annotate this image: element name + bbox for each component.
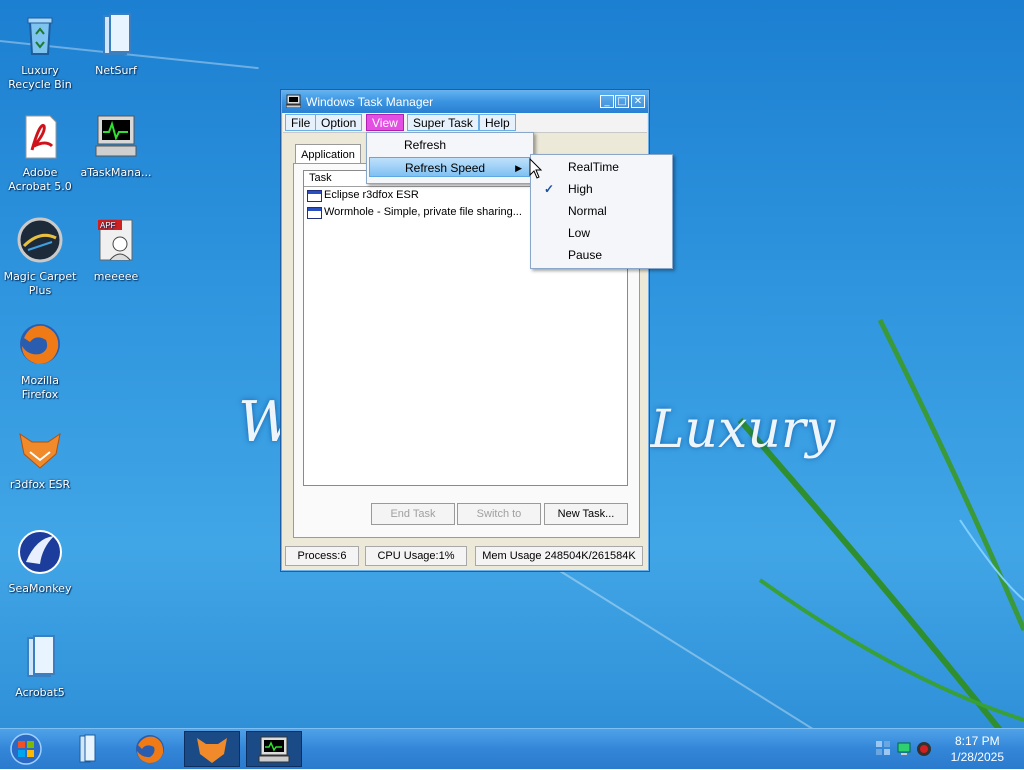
end-task-button[interactable]: End Task (371, 503, 455, 525)
status-mem: Mem Usage 248504K/261584K (475, 546, 643, 566)
desktop-icon-netsurf[interactable]: NetSurf (76, 10, 156, 78)
menu-item-label: Refresh Speed (405, 161, 486, 175)
submenu-arrow-icon: ▶ (515, 163, 522, 173)
desktop-icon-adobe-acrobat[interactable]: Adobe Acrobat 5.0 (0, 112, 80, 194)
desktop-icon-meeeee[interactable]: APF meeeee (76, 216, 156, 284)
menu-item-label: High (568, 182, 593, 196)
recycle-bin-icon (27, 17, 53, 55)
firefox-icon (20, 324, 60, 364)
icon-label: Luxury (21, 64, 59, 77)
seamonkey-icon (18, 530, 62, 574)
menu-item-realtime[interactable]: RealTime (533, 157, 670, 177)
clock-time: 8:17 PM (954, 734, 1000, 748)
title-bar[interactable]: Windows Task Manager _ □ ✕ (282, 91, 648, 113)
icon-label: Firefox (21, 388, 59, 401)
svg-text:APF: APF (100, 221, 116, 230)
switch-to-button[interactable]: Switch to (457, 503, 541, 525)
menu-item-refresh[interactable]: Refresh (369, 135, 531, 155)
firefox-icon (136, 735, 164, 763)
status-process: Process:6 (285, 546, 359, 566)
icon-label: r3dfox ESR (9, 478, 71, 491)
menu-bar: File Option View Super Task Help (283, 113, 647, 133)
icon-label: aTaskMana... (80, 166, 152, 179)
taskbar-task-manager-button[interactable] (246, 731, 302, 767)
menu-super-task[interactable]: Super Task (407, 114, 479, 131)
icon-label: meeeee (93, 270, 139, 283)
icon-label: Mozilla (21, 374, 59, 387)
folder-icon (103, 13, 131, 55)
close-icon: ✕ (633, 96, 643, 107)
magic-carpet-icon (17, 217, 63, 263)
system-tray: 8:17 PM 1/28/2025 (874, 729, 1024, 769)
desktop-icon-ataskmanager[interactable]: aTaskMana... (76, 112, 156, 180)
clock[interactable]: 8:17 PM 1/28/2025 (951, 733, 1004, 765)
desktop-icon-magic-carpet[interactable]: Magic Carpet Plus (0, 216, 80, 298)
desktop-icon-seamonkey[interactable]: SeaMonkey (0, 528, 80, 596)
clock-date: 1/28/2025 (950, 750, 1004, 764)
mouse-cursor-icon (529, 158, 543, 179)
taskbar-firefox-button[interactable] (122, 731, 178, 767)
icon-label: Magic Carpet (3, 270, 77, 283)
menu-help[interactable]: Help (479, 114, 516, 131)
wallpaper-text-right: Luxury (650, 400, 836, 460)
acrobat-icon (25, 115, 57, 159)
icon-label: Plus (28, 284, 52, 297)
menu-item-high[interactable]: ✓ High (533, 179, 670, 199)
taskbar-explorer-button[interactable] (60, 731, 116, 767)
task-name: Wormhole - Simple, private file sharing.… (324, 206, 522, 218)
tab-application[interactable]: Application (295, 144, 361, 165)
task-name: Eclipse r3dfox ESR (324, 189, 419, 201)
desktop-icon-acrobat5[interactable]: Acrobat5 (0, 632, 80, 700)
taskbar-r3dfox-button[interactable] (184, 731, 240, 767)
close-button[interactable]: ✕ (631, 95, 645, 108)
maximize-icon: □ (617, 96, 627, 107)
volume-icon[interactable] (916, 741, 932, 757)
menu-item-refresh-speed[interactable]: Refresh Speed ▶ (369, 157, 531, 177)
menu-item-pause[interactable]: Pause (533, 245, 670, 265)
minimize-button[interactable]: _ (600, 95, 614, 108)
task-manager-icon (95, 115, 137, 157)
desktop-icon-recycle-bin[interactable]: Luxury Recycle Bin (0, 10, 80, 92)
icon-label: SeaMonkey (8, 582, 72, 595)
r3dfox-icon (197, 738, 227, 763)
window-title: Windows Task Manager (306, 95, 434, 109)
desktop-icon-r3dfox[interactable]: r3dfox ESR (0, 424, 80, 492)
menu-item-normal[interactable]: Normal (533, 201, 670, 221)
folder-icon (27, 635, 55, 677)
r3dfox-icon (19, 432, 61, 469)
wallpaper-grass (737, 318, 1024, 728)
apf-file-icon: APF (98, 219, 133, 261)
start-button[interactable] (8, 732, 44, 766)
check-icon: ✓ (544, 182, 555, 196)
maximize-button[interactable]: □ (615, 95, 629, 108)
icon-label: Adobe (22, 166, 58, 179)
icon-label: Acrobat5 (15, 686, 65, 699)
icon-label: NetSurf (95, 64, 137, 77)
folder-icon (79, 734, 96, 763)
menu-item-low[interactable]: Low (533, 223, 670, 243)
network-icon[interactable] (876, 741, 892, 757)
window-icon (307, 190, 322, 202)
status-cpu: CPU Usage:1% (365, 546, 467, 566)
menu-option[interactable]: Option (315, 114, 363, 131)
minimize-icon: _ (604, 96, 610, 107)
menu-view[interactable]: View (366, 114, 404, 131)
menu-file[interactable]: File (285, 114, 317, 131)
new-task-button[interactable]: New Task... (544, 503, 628, 525)
taskbar: 8:17 PM 1/28/2025 (0, 728, 1024, 769)
icon-label: Recycle Bin (8, 78, 72, 91)
status-bar: Process:6 CPU Usage:1% Mem Usage 248504K… (285, 546, 645, 566)
windows-logo-icon (10, 733, 42, 765)
window-icon (307, 207, 322, 219)
monitor-icon[interactable] (896, 741, 912, 757)
view-menu: Refresh Refresh Speed ▶ (366, 132, 534, 184)
refresh-speed-submenu: RealTime ✓ High Normal Low Pause (530, 154, 673, 269)
desktop-icon-firefox[interactable]: Mozilla Firefox (0, 320, 80, 402)
icon-label: Acrobat 5.0 (8, 180, 72, 193)
task-manager-icon (258, 736, 290, 763)
task-manager-icon (286, 94, 301, 108)
